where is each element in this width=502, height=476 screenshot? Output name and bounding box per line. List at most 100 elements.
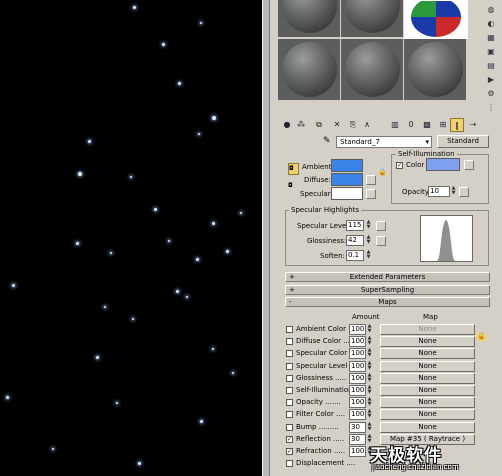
specular-color-swatch[interactable] bbox=[331, 187, 363, 200]
backlight-icon[interactable]: ◐ bbox=[484, 18, 498, 30]
viewport-divider[interactable] bbox=[262, 0, 270, 476]
select-by-material-icon[interactable]: ⋮ bbox=[484, 102, 498, 114]
map-row-amount[interactable]: 100 bbox=[349, 446, 366, 457]
options-icon[interactable]: ⚙ bbox=[484, 88, 498, 100]
opacity-field[interactable]: 10 bbox=[428, 186, 450, 197]
put-to-scene-icon[interactable]: ⁂ bbox=[294, 118, 308, 132]
map-row-spinner[interactable]: ▲ ▼ bbox=[367, 361, 372, 371]
map-row-checkbox[interactable] bbox=[286, 338, 293, 345]
rollout-supersampling[interactable]: + SuperSampling bbox=[285, 285, 490, 295]
map-row-map-button[interactable]: None bbox=[380, 373, 475, 384]
go-parent-icon[interactable]: ‖ bbox=[450, 118, 464, 132]
map-row-map-button[interactable]: None bbox=[380, 348, 475, 359]
glossiness-spinner[interactable]: ▲ ▼ bbox=[366, 235, 371, 245]
maps-lock-icon[interactable]: 🔒 bbox=[477, 332, 486, 341]
map-row-checkbox[interactable] bbox=[286, 387, 293, 394]
specular-level-field[interactable]: 115 bbox=[346, 220, 364, 231]
diffuse-color-swatch[interactable] bbox=[331, 173, 363, 186]
sample-slot-4[interactable] bbox=[278, 39, 340, 100]
map-row-map-button[interactable]: None bbox=[380, 361, 475, 372]
copy-icon[interactable]: ⎘ bbox=[346, 118, 360, 132]
map-row-checkbox[interactable] bbox=[286, 326, 293, 333]
map-row-amount[interactable]: 100 bbox=[349, 361, 366, 372]
self-illum-map-button[interactable] bbox=[464, 160, 474, 170]
map-row-checkbox[interactable] bbox=[286, 375, 293, 382]
go-sibling-icon[interactable]: ⇢ bbox=[466, 118, 480, 132]
map-row-spinner[interactable]: ▲ ▼ bbox=[367, 422, 372, 432]
map-row-spinner[interactable]: ▲ ▼ bbox=[367, 336, 372, 346]
map-row-amount[interactable]: 100 bbox=[349, 385, 366, 396]
material-type-button[interactable]: Standard bbox=[437, 135, 489, 148]
map-row-map-button[interactable]: None bbox=[380, 336, 475, 347]
specular-level-spinner[interactable]: ▲ ▼ bbox=[366, 220, 371, 230]
map-row-checkbox[interactable] bbox=[286, 460, 293, 467]
map-row-checkbox[interactable]: ✓ bbox=[286, 436, 293, 443]
map-row-spinner[interactable]: ▲ ▼ bbox=[367, 409, 372, 419]
self-illum-color-checkbox[interactable]: ✓ bbox=[396, 162, 403, 169]
opacity-map-button[interactable] bbox=[459, 187, 469, 197]
unique-icon[interactable]: ∧ bbox=[360, 118, 374, 132]
map-row-spinner[interactable]: ▲ ▼ bbox=[367, 373, 372, 383]
ambient-color-swatch[interactable] bbox=[331, 159, 363, 172]
map-row-map-button[interactable]: None bbox=[380, 324, 475, 335]
map-row-checkbox[interactable] bbox=[286, 363, 293, 370]
map-row-spinner[interactable]: ▲ ▼ bbox=[367, 385, 372, 395]
map-row-checkbox[interactable] bbox=[286, 350, 293, 357]
map-row-map-button[interactable]: None bbox=[380, 409, 475, 420]
map-row-spinner[interactable]: ▲ ▼ bbox=[367, 324, 372, 334]
specular-map-button[interactable] bbox=[366, 189, 376, 199]
map-row-amount[interactable]: 100 bbox=[349, 324, 366, 335]
lock-diffuse-specular-icon[interactable]: ◘ bbox=[288, 181, 293, 190]
self-illum-color-swatch[interactable] bbox=[426, 158, 460, 171]
render-viewport[interactable] bbox=[0, 0, 262, 476]
map-row-checkbox[interactable] bbox=[286, 399, 293, 406]
material-name-combo[interactable]: Standard_7 ▾ bbox=[336, 136, 432, 148]
assign-icon[interactable]: ⧉ bbox=[312, 118, 326, 132]
sample-slot-6[interactable] bbox=[404, 39, 466, 100]
map-row-amount[interactable]: 100 bbox=[349, 348, 366, 359]
map-row-amount[interactable]: 100 bbox=[349, 373, 366, 384]
rollout-extended-parameters[interactable]: + Extended Parameters bbox=[285, 272, 490, 282]
sample-slot-5[interactable] bbox=[341, 39, 403, 100]
map-row-checkbox[interactable] bbox=[286, 411, 293, 418]
glossiness-field[interactable]: 42 bbox=[346, 235, 364, 246]
soften-field[interactable]: 0.1 bbox=[346, 250, 364, 261]
sample-slot-3-selected[interactable] bbox=[404, 0, 468, 39]
effects-channel-icon[interactable]: 0 bbox=[404, 118, 418, 132]
map-row-spinner[interactable]: ▲ ▼ bbox=[367, 348, 372, 358]
map-row-amount[interactable]: 100 bbox=[349, 397, 366, 408]
opacity-spinner[interactable]: ▲ ▼ bbox=[451, 186, 456, 196]
pick-material-icon[interactable]: ✎ bbox=[323, 137, 331, 146]
particle bbox=[168, 240, 170, 242]
specular-level-map-button[interactable] bbox=[376, 221, 386, 231]
rollout-maps[interactable]: - Maps bbox=[285, 297, 490, 307]
sample-slot-2[interactable] bbox=[341, 0, 403, 37]
show-map-icon[interactable]: ▩ bbox=[420, 118, 434, 132]
diffuse-map-button[interactable] bbox=[366, 175, 376, 185]
show-end-result-icon[interactable]: ⊞ bbox=[436, 118, 450, 132]
soften-spinner[interactable]: ▲ ▼ bbox=[366, 250, 371, 260]
put-library-icon[interactable]: ▥ bbox=[388, 118, 402, 132]
glossiness-map-button[interactable] bbox=[376, 236, 386, 246]
map-row-map-button[interactable]: None bbox=[380, 397, 475, 408]
map-row-amount[interactable]: 30 bbox=[349, 434, 366, 445]
background-icon[interactable]: ▦ bbox=[484, 32, 498, 44]
map-row-amount[interactable]: 100 bbox=[349, 336, 366, 347]
get-material-icon[interactable]: ● bbox=[280, 118, 294, 132]
map-row-map-button[interactable]: None bbox=[380, 422, 475, 433]
lock-ambient-diffuse-icon[interactable]: ◘ bbox=[288, 163, 299, 175]
map-row-spinner[interactable]: ▲ ▼ bbox=[367, 397, 372, 407]
make-preview-icon[interactable]: ▶ bbox=[484, 74, 498, 86]
highlight-curve-graph bbox=[420, 215, 473, 262]
map-row-amount[interactable]: 30 bbox=[349, 422, 366, 433]
map-row-checkbox[interactable]: ✓ bbox=[286, 448, 293, 455]
map-row-amount[interactable]: 100 bbox=[349, 409, 366, 420]
sample-slot-1[interactable] bbox=[278, 0, 340, 37]
video-check-icon[interactable]: ▤ bbox=[484, 60, 498, 72]
map-row-checkbox[interactable] bbox=[286, 424, 293, 431]
reset-icon[interactable]: ✕ bbox=[330, 118, 344, 132]
uv-tiling-icon[interactable]: ▣ bbox=[484, 46, 498, 58]
lock-icon[interactable]: 🔒 bbox=[378, 168, 387, 177]
sample-type-icon[interactable]: ◍ bbox=[484, 4, 498, 16]
map-row-map-button[interactable]: None bbox=[380, 385, 475, 396]
